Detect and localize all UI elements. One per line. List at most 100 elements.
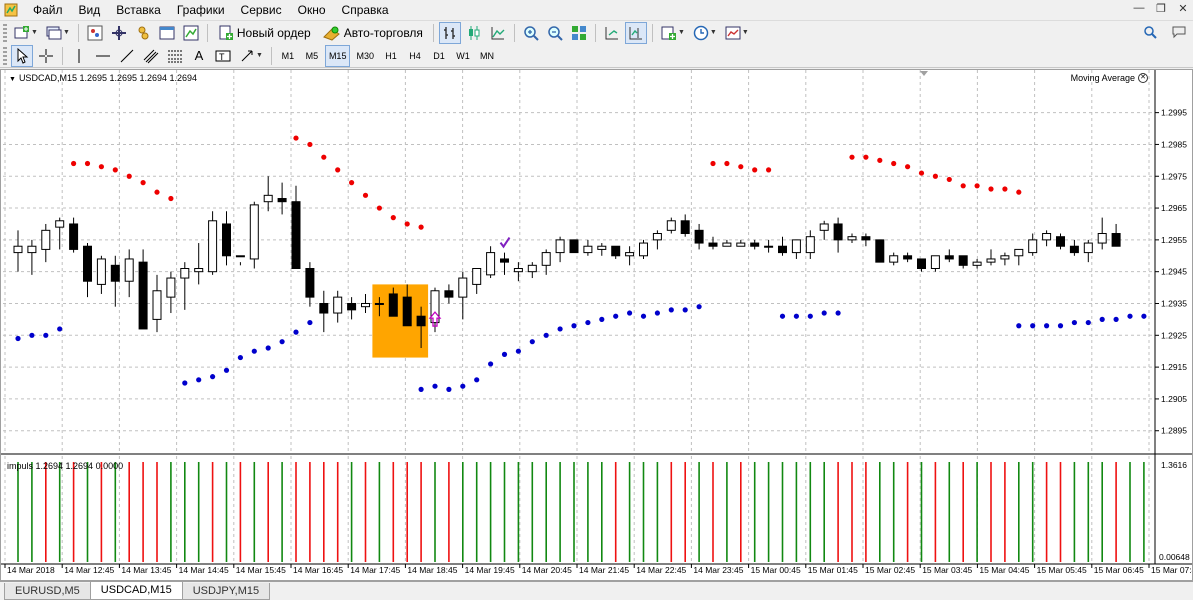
navigator-button[interactable] <box>132 22 154 44</box>
trendline-button[interactable] <box>116 45 138 67</box>
app-icon[interactable] <box>3 2 19 18</box>
chart-window[interactable]: 1.2995 1.2985 1.2975 1.2965 1.2955 1.2945 1.29… <box>0 69 1193 581</box>
auto-trading-button[interactable]: Авто-торговля <box>318 22 428 44</box>
periods-button[interactable]: ▼ <box>690 22 720 44</box>
candlestick-chart-button[interactable] <box>463 22 485 44</box>
tab-usdjpy-m15[interactable]: USDJPY,M15 <box>181 583 271 600</box>
sar-dot-blue <box>196 377 202 383</box>
price-chart[interactable]: 1.2995 1.2985 1.2975 1.2965 1.2955 1.2945 1.29… <box>1 70 1192 580</box>
sar-dot-blue <box>613 313 619 319</box>
menu-tools[interactable]: Сервис <box>233 0 290 20</box>
candle-body <box>1028 239 1038 254</box>
candle-body <box>986 258 996 263</box>
menu-insert[interactable]: Вставка <box>108 0 169 20</box>
zoom-out-button[interactable] <box>544 22 566 44</box>
price-tick-label: 1.2985 <box>1161 139 1187 149</box>
tab-eurusd-m5[interactable]: EURUSD,M5 <box>4 583 91 600</box>
bar-chart-button[interactable] <box>438 21 461 44</box>
toolbar-grip[interactable] <box>3 46 7 65</box>
timeframe-w1-button[interactable]: W1 <box>452 45 474 67</box>
line-chart-button[interactable] <box>487 22 509 44</box>
new-chart-button[interactable]: ▼ <box>11 22 41 44</box>
timeframe-m5-button[interactable]: M5 <box>301 45 323 67</box>
sar-dot-red <box>766 167 772 173</box>
arrows-button[interactable]: ▼ <box>236 45 266 67</box>
candle-body <box>361 302 370 308</box>
time-tick-label: 14 Mar 22:45 <box>636 565 686 575</box>
close-icon[interactable]: ✕ <box>1177 2 1189 15</box>
candle-body <box>764 245 774 248</box>
candle-body <box>235 255 245 258</box>
close-indicator-icon[interactable]: ✕ <box>1138 73 1148 83</box>
candle-body <box>694 229 704 244</box>
text-button[interactable]: A <box>188 45 210 67</box>
data-window-button[interactable] <box>108 22 130 44</box>
candle-body <box>458 277 468 298</box>
cursor-button[interactable] <box>11 44 33 67</box>
sar-dot-blue <box>15 335 21 342</box>
fibonacci-button[interactable] <box>164 45 186 67</box>
restore-icon[interactable]: ❐ <box>1155 2 1167 15</box>
text-label-button[interactable]: T <box>212 45 234 67</box>
time-tick-label: 14 Mar 19:45 <box>465 565 515 575</box>
menu-view[interactable]: Вид <box>71 0 109 20</box>
tab-usdcad-m15[interactable]: USDCAD,M15 <box>89 582 183 600</box>
timeframe-mn-button[interactable]: MN <box>476 45 498 67</box>
sar-dot-blue <box>1085 319 1091 326</box>
price-tick-label: 1.2945 <box>1161 267 1187 277</box>
vertical-line-button[interactable] <box>68 45 90 67</box>
search-icon[interactable] <box>1143 25 1157 42</box>
candle-body <box>625 252 635 257</box>
candle-body <box>722 242 732 247</box>
sar-dot-blue <box>682 307 688 313</box>
candle-body <box>903 255 913 260</box>
candle-body <box>222 223 231 257</box>
crosshair-button[interactable] <box>35 45 57 67</box>
zoom-in-button[interactable] <box>520 22 542 44</box>
new-order-button[interactable]: Новый ордер <box>213 22 316 44</box>
timeframe-m30-button[interactable]: M30 <box>352 45 378 67</box>
candle-body <box>861 236 871 241</box>
timeframe-m15-button[interactable]: M15 <box>324 44 351 67</box>
toolbar-separator <box>206 23 208 42</box>
chart-shift-button[interactable] <box>624 21 647 44</box>
candle-body <box>513 268 523 273</box>
indicators-button[interactable]: ▼ <box>658 22 688 44</box>
sar-dot-red <box>738 164 744 170</box>
candle-body <box>124 258 134 282</box>
candle-body <box>875 239 885 263</box>
channel-button[interactable] <box>140 45 162 67</box>
sar-dot-red <box>849 154 855 160</box>
timeframe-h1-button[interactable]: H1 <box>380 45 402 67</box>
toolbar-grip[interactable] <box>3 23 7 42</box>
candle-body <box>319 302 329 314</box>
minimize-icon[interactable]: — <box>1133 2 1145 15</box>
horizontal-line-button[interactable] <box>92 45 114 67</box>
menu-window[interactable]: Окно <box>290 0 334 20</box>
menu-file[interactable]: Файл <box>25 0 71 20</box>
timeframe-m1-button[interactable]: M1 <box>277 45 299 67</box>
strategy-tester-button[interactable] <box>180 22 202 44</box>
sar-dot-red <box>112 167 118 173</box>
sar-dot-blue <box>57 326 63 332</box>
candle-body <box>1000 255 1010 260</box>
chat-icon[interactable] <box>1171 25 1187 42</box>
sar-dot-red <box>877 157 883 163</box>
candle-body <box>791 239 801 254</box>
timeframe-h4-button[interactable]: H4 <box>404 45 426 67</box>
templates-button[interactable]: ▼ <box>722 22 752 44</box>
collapse-triangle-icon[interactable]: ▼ <box>9 76 16 83</box>
candle-body <box>680 220 690 235</box>
profiles-button[interactable]: ▼ <box>43 22 73 44</box>
candle-body <box>611 245 621 257</box>
terminal-button[interactable] <box>156 22 178 44</box>
sar-dot-red <box>321 154 327 160</box>
auto-scroll-button[interactable] <box>601 22 623 44</box>
svg-text:T: T <box>219 52 225 62</box>
tile-windows-button[interactable] <box>568 22 590 44</box>
timeframe-d1-button[interactable]: D1 <box>428 45 450 67</box>
toolbar-right-icons <box>1143 25 1187 42</box>
menu-help[interactable]: Справка <box>334 0 397 20</box>
market-watch-button[interactable] <box>84 22 106 44</box>
menu-charts[interactable]: Графики <box>169 0 233 20</box>
